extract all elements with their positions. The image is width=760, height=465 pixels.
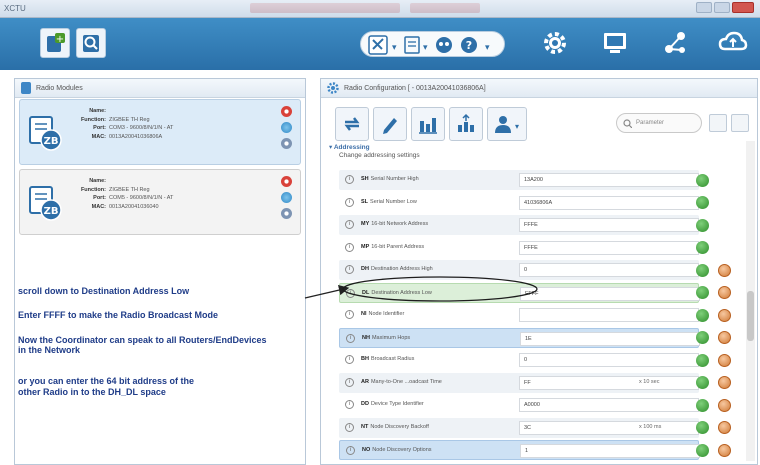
- annotation-highlight: [342, 276, 538, 302]
- annotation-overlay: [304, 276, 538, 302]
- annotation-arrow: [304, 284, 350, 299]
